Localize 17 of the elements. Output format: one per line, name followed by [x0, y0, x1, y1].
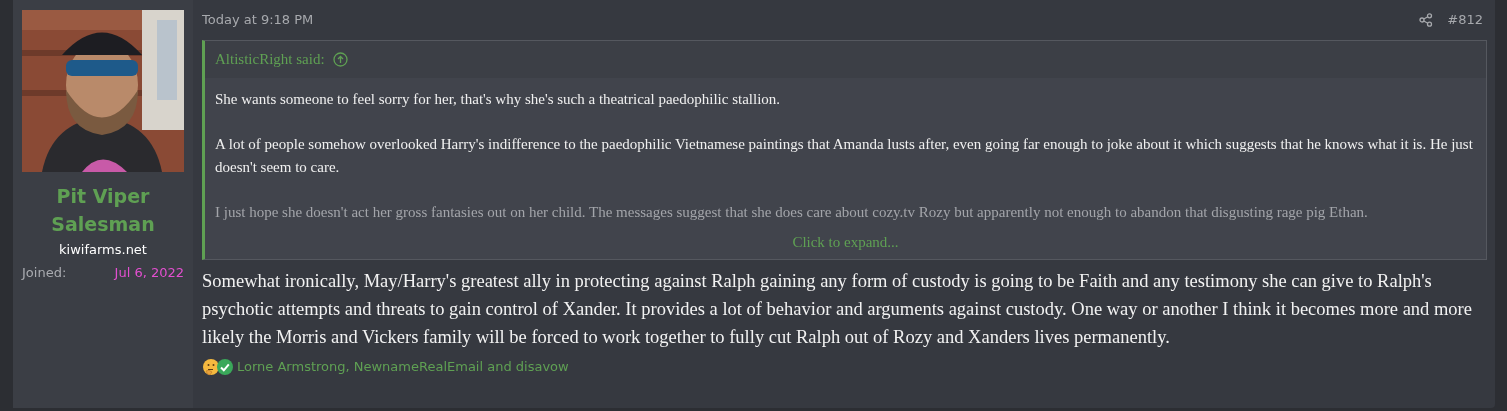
reaction-users-link[interactable]: Lorne Armstrong, NewnameRealEmail and disavow [237, 357, 569, 377]
username[interactable]: Pit Viper Salesman [22, 182, 184, 238]
quote-author[interactable]: AltisticRight said: [215, 48, 325, 71]
quote-paragraph: A lot of people somehow overlooked Harry's indifference to the paedophilic Vietnamese paintings that Amanda lusts after, even going far enough to joke about it which suggests that he knows what it is. He just doesn't seem to care. [215, 135, 1474, 177]
joined-label: Joined: [22, 263, 67, 282]
quote-paragraph: I just hope she doesn't act her gross fantasies out on her child. The messages suggest that she does care about cozy.tv Rozy but apparently not enough to abandon that disgusting rage pig Ethan. [215, 203, 1369, 222]
post-body: Somewhat ironically, May/Harry's greatest ally in protecting against Ralph gaining any form of custody is going to be Faith and any testimony she can give to Ralph's psychotic attempts and threats to gain control of Xander. It provides a lot of behavior and arguments against custody. One way or another I think it becomes more and more likely the Morris and Vickers family will be forced to work together to fully cut Ralph out of Rozy and Xanders lives permanently. [202, 270, 1473, 349]
thinking-face-icon [202, 357, 220, 376]
joined-date: Jul 6, 2022 [114, 263, 184, 282]
user-title: kiwifarms.net [59, 241, 147, 259]
post-time[interactable]: Today at 9:18 PM [202, 10, 314, 30]
quote-paragraph: She wants someone to feel sorry for her, that's why she's such a theatrical paedophilic stallion. [215, 90, 782, 109]
post-number[interactable]: #812 [1447, 10, 1483, 30]
arrow-up-icon[interactable] [332, 52, 348, 67]
expand-link[interactable]: Click to expand... [792, 230, 899, 253]
check-icon [216, 357, 234, 376]
share-icon[interactable] [1419, 13, 1434, 27]
